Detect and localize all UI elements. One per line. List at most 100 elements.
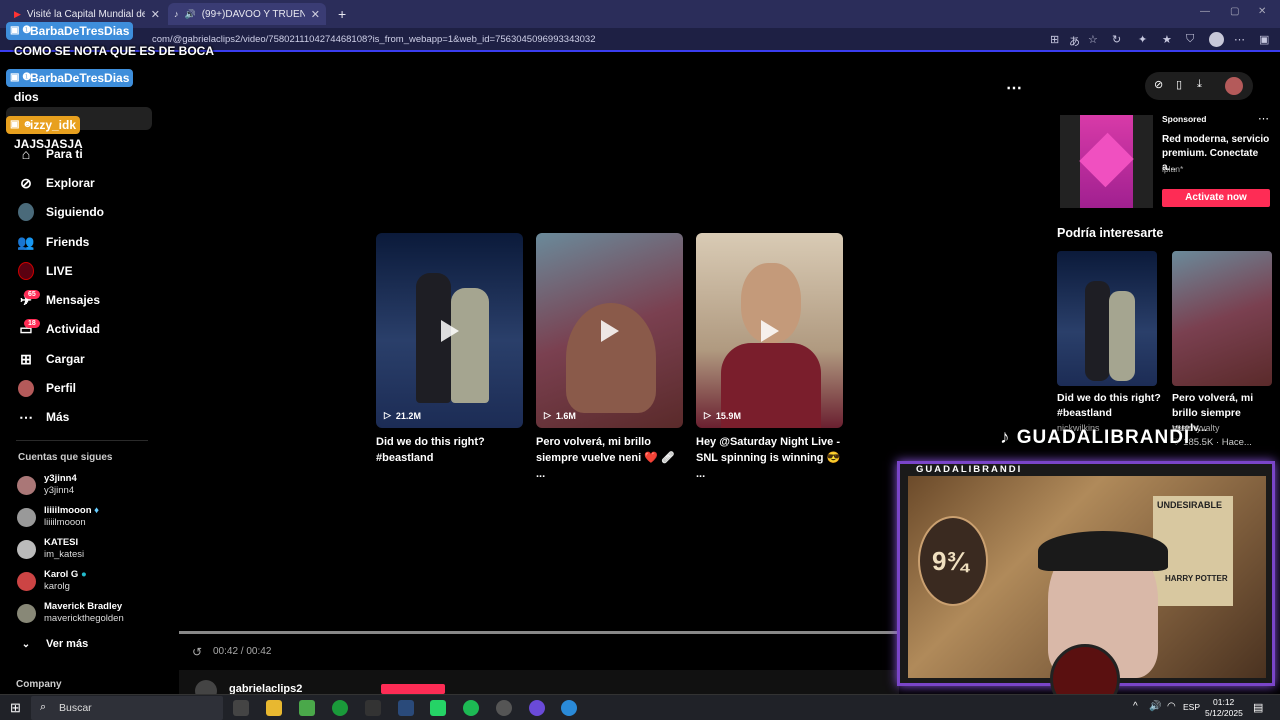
sidebar-item-cargar[interactable]: ⊞ Cargar [18, 351, 85, 367]
search-placeholder: Buscar [59, 702, 92, 714]
translate-icon[interactable]: あ [1069, 33, 1080, 49]
video-title[interactable]: Did we do this right? #beastland [376, 434, 526, 466]
thumbnail-figure [451, 288, 489, 403]
sidebar-item-explorar[interactable]: ⊘ Explorar [18, 175, 95, 191]
webcam-overlay: GUADALIBRANDI 9¾ UNDESIRABLE HARRY POTTE… [897, 461, 1275, 714]
edge-icon[interactable] [561, 700, 577, 716]
device-icon[interactable]: ▯ [1176, 78, 1182, 91]
sidebar-item-label: LIVE [46, 264, 73, 278]
spotify-icon[interactable] [463, 700, 479, 716]
author-bar: gabrielaclips2 [179, 670, 899, 702]
account-name: KATESI [44, 537, 79, 548]
youtube-icon: ▶ [14, 8, 21, 19]
suggestion-title[interactable]: Did we do this right? #beastland [1057, 391, 1165, 421]
more-icon: ⋯ [19, 408, 33, 425]
network-icon[interactable]: ◠ [1167, 701, 1176, 712]
suggestions-heading: Podría interesarte [1057, 226, 1164, 240]
badge-icons: ▣ ❶ [10, 25, 32, 36]
taskbar-search[interactable]: ⌕ Buscar [31, 696, 223, 720]
sidebar-item-label: Perfil [46, 381, 77, 395]
close-icon[interactable]: ✕ [151, 8, 160, 21]
spreadsheet-icon[interactable] [299, 700, 315, 716]
sidebar-item-siguiendo[interactable]: Siguiendo [18, 203, 104, 221]
avatar [17, 539, 36, 559]
maximize-icon[interactable]: ▢ [1230, 6, 1239, 17]
sidebar-item-label: Mensajes [46, 293, 101, 307]
epic-games-icon[interactable] [365, 700, 381, 716]
platform-sign: 9¾ [918, 516, 988, 606]
task-view-icon[interactable] [233, 700, 249, 716]
tab-title: (99+)DAVOO Y TRUENO HAB [201, 8, 305, 20]
tiktok-icon: ♪ [174, 9, 179, 19]
language-indicator[interactable]: ESP [1183, 702, 1200, 712]
account-item[interactable]: Karol G ● karolg [17, 569, 87, 593]
video-card[interactable]: ▷ 21.2M [376, 233, 523, 428]
search-icon: ⌕ [40, 701, 47, 713]
sidebar-item-mas[interactable]: ⋯ Más [18, 409, 69, 425]
see-more-button[interactable]: ⌄ Ver más [18, 636, 88, 652]
windows-start-icon[interactable]: ⊞ [10, 700, 21, 716]
following-title: Cuentas que sigues [18, 452, 113, 463]
minimize-icon[interactable]: — [1200, 6, 1210, 17]
follow-button[interactable] [381, 684, 445, 694]
account-item[interactable]: liiiilmooon ♦ liiiilmooon [17, 505, 99, 529]
menu-icon[interactable]: ⋯ [1234, 33, 1245, 46]
clock-date[interactable]: 5/12/2025 [1205, 708, 1243, 718]
account-item[interactable]: Maverick Bradley maverickthegolden [17, 601, 124, 625]
close-icon[interactable]: ✕ [311, 8, 320, 21]
account-item[interactable]: KATESI im_katesi [17, 537, 84, 561]
close-window-icon[interactable]: ✕ [1258, 6, 1266, 17]
new-tab-button[interactable]: + [332, 3, 352, 25]
chevron-up-icon[interactable]: ^ [1133, 701, 1138, 712]
volume-icon[interactable]: 🔊 [1149, 701, 1161, 712]
verified-diamond-icon: ♦ [94, 505, 99, 516]
obs-icon[interactable] [496, 700, 512, 716]
suggestion-thumbnail[interactable] [1172, 251, 1272, 386]
account-user: liiiilmooon [44, 517, 86, 528]
sidebar-item-live[interactable]: LIVE [18, 262, 73, 280]
suggestion-thumbnail[interactable] [1057, 251, 1157, 386]
activity-badge: 18 [24, 319, 40, 328]
steam-icon[interactable] [398, 700, 414, 716]
avatar [17, 571, 36, 591]
account-item[interactable]: y3jinn4 y3jinn4 [17, 473, 77, 497]
verified-icon: ● [80, 569, 87, 580]
tab-2[interactable]: ♪ 🔊 (99+)DAVOO Y TRUENO HAB ✕ [168, 3, 326, 25]
shield-icon[interactable]: ⛉ [1186, 33, 1194, 46]
xbox-icon[interactable] [332, 700, 348, 716]
kick-icon[interactable] [430, 700, 446, 716]
company-link[interactable]: Company [16, 679, 62, 690]
video-title[interactable]: Pero volverá, mi brillo siempre vuelve n… [536, 434, 686, 482]
sidebar-item-friends[interactable]: 👥 Friends [17, 233, 89, 250]
view-count: ▷ 15.9M [704, 410, 741, 421]
download-icon[interactable]: ⤓ [1197, 78, 1202, 91]
progress-track[interactable] [179, 631, 899, 634]
video-card[interactable]: ▷ 15.9M [696, 233, 843, 428]
sidebar-item-perfil[interactable]: Perfil [18, 379, 77, 397]
sidebar-icon[interactable]: ▣ [1259, 33, 1269, 46]
clock-time[interactable]: 01:12 [1213, 697, 1234, 707]
apps-icon[interactable]: ⊞ [1050, 33, 1059, 46]
tiktok-icon: ♪ [1000, 427, 1011, 448]
url-text[interactable]: com/@gabrielaclips2/video/75802111042744… [152, 34, 595, 45]
notifications-icon[interactable]: ▤ [1253, 701, 1263, 714]
top-actions: ⊘ ▯ ⤓ [1145, 72, 1253, 100]
profile-avatar[interactable] [1209, 32, 1224, 47]
friends-icon: 👥 [17, 233, 35, 250]
favorites-icon[interactable]: ★ [1162, 33, 1172, 46]
refresh-icon[interactable]: ↻ [1112, 33, 1121, 46]
speaker-icon[interactable]: 🔊 [185, 9, 196, 20]
more-options-icon[interactable]: ⋯ [1006, 78, 1022, 98]
coin-icon[interactable]: ⊘ [1154, 78, 1163, 91]
profile-avatar[interactable] [1225, 77, 1243, 95]
discord-icon[interactable] [529, 700, 545, 716]
extension-icon[interactable]: ✦ [1138, 33, 1147, 46]
replay-icon[interactable]: ↺ [192, 645, 202, 659]
ad-more-icon[interactable]: ⋯ [1258, 112, 1269, 125]
ad-cta-button[interactable]: Activate now [1162, 189, 1270, 207]
video-card[interactable]: ▷ 1.6M [536, 233, 683, 428]
video-title[interactable]: Hey @Saturday Night Live - SNL spinning … [696, 434, 846, 482]
file-explorer-icon[interactable] [266, 700, 282, 716]
favorite-icon[interactable]: ☆ [1088, 33, 1098, 46]
following-avatar [18, 203, 34, 221]
